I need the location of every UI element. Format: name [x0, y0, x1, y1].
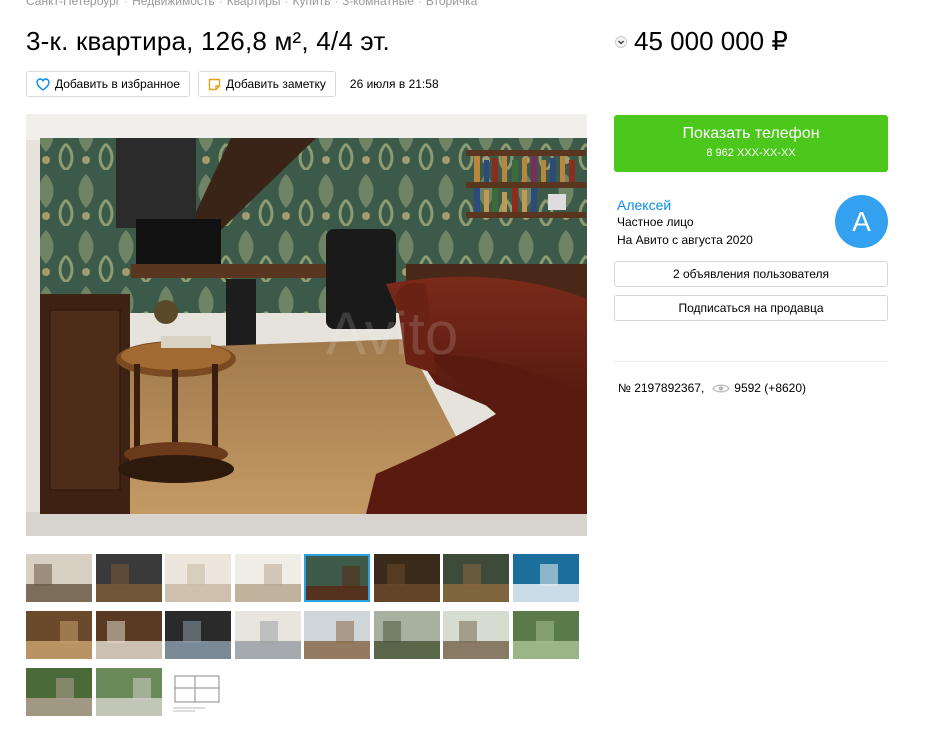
show-phone-label: Показать телефон [682, 125, 820, 142]
breadcrumb-item-rooms[interactable]: 3-комнатные [342, 0, 413, 8]
gallery-thumbnail[interactable] [373, 554, 440, 602]
gallery-thumbnail[interactable] [26, 668, 92, 716]
seller-listings-button[interactable]: 2 объявления пользователя [614, 261, 888, 287]
phone-number-masked: 8 962 XXX-XX-XX [706, 147, 796, 159]
gallery-thumbnail[interactable] [234, 611, 301, 659]
breadcrumb-item-city[interactable]: Санкт-Петербург [26, 0, 120, 8]
breadcrumb-item-secondary[interactable]: Вторичка [426, 0, 477, 8]
divider [614, 361, 888, 362]
breadcrumb-separator: · [218, 0, 223, 8]
gallery-thumbnail[interactable] [512, 554, 579, 602]
avatar[interactable]: А [835, 195, 888, 248]
heart-icon [36, 77, 50, 91]
subscribe-seller-button[interactable]: Подписаться на продавца [614, 295, 888, 321]
add-note-button[interactable]: Добавить заметку [197, 71, 336, 97]
note-icon [208, 78, 221, 90]
gallery-thumbnail[interactable] [165, 554, 231, 602]
gallery-thumbnail[interactable] [512, 611, 579, 659]
breadcrumb: Санкт-Петербург · Недвижимость · Квартиры · Ку… [26, 0, 477, 8]
gallery-thumbnail[interactable] [26, 554, 92, 602]
gallery-thumbnail[interactable] [234, 554, 301, 602]
gallery-thumbnail[interactable] [26, 611, 92, 659]
publish-date: 26 июля в 21:58 [349, 77, 439, 91]
gallery-thumbnail[interactable] [95, 668, 162, 716]
gallery-thumbnail[interactable] [443, 554, 509, 602]
price: 45 000 000 ₽ [634, 26, 788, 56]
show-phone-button[interactable]: Показать телефон 8 962 XXX-XX-XX [614, 115, 888, 172]
room-photo: Avito [26, 114, 587, 536]
listing-id: № 2197892367, [618, 381, 705, 395]
view-count: 9592 (+8620) [734, 381, 807, 395]
seller-since: На Авито с августа 2020 [617, 233, 753, 247]
seller-type: Частное лицо [617, 215, 694, 229]
breadcrumb-separator: · [334, 0, 339, 8]
breadcrumb-separator: · [417, 0, 422, 8]
svg-text:Avito: Avito [326, 300, 458, 367]
gallery-thumbnail[interactable] [443, 611, 509, 659]
breadcrumb-item-buy[interactable]: Купить [293, 0, 331, 8]
seller-name[interactable]: Алексей [617, 197, 671, 213]
add-note-label: Добавить заметку [225, 77, 326, 91]
add-to-favorites-button[interactable]: Добавить в избранное [26, 71, 190, 97]
gallery-thumbnail[interactable] [373, 611, 440, 659]
breadcrumb-item-realty[interactable]: Недвижимость [132, 0, 215, 8]
gallery-thumbnail[interactable] [165, 668, 231, 716]
gallery-thumbnail[interactable] [165, 611, 231, 659]
gallery-thumbnail[interactable] [95, 611, 162, 659]
listing-actions: Добавить в избранное Добавить заметку 26… [26, 71, 439, 97]
gallery-thumbnail[interactable] [304, 611, 370, 659]
add-to-favorites-label: Добавить в избранное [55, 77, 180, 91]
eye-icon [712, 383, 731, 393]
price-block: 45 000 000 ₽ [614, 26, 788, 57]
price-dropdown-icon[interactable] [614, 35, 628, 49]
listing-meta: № 2197892367, 9592 (+8620) [618, 381, 806, 395]
breadcrumb-item-flats[interactable]: Квартиры [227, 0, 281, 8]
gallery-thumbnail[interactable] [304, 554, 370, 602]
breadcrumb-separator: · [124, 0, 129, 8]
breadcrumb-separator: · [284, 0, 289, 8]
main-photo[interactable]: Avito [26, 114, 587, 536]
page-title: 3-к. квартира, 126,8 м², 4/4 эт. [26, 26, 390, 56]
gallery-thumbnail[interactable] [95, 554, 162, 602]
